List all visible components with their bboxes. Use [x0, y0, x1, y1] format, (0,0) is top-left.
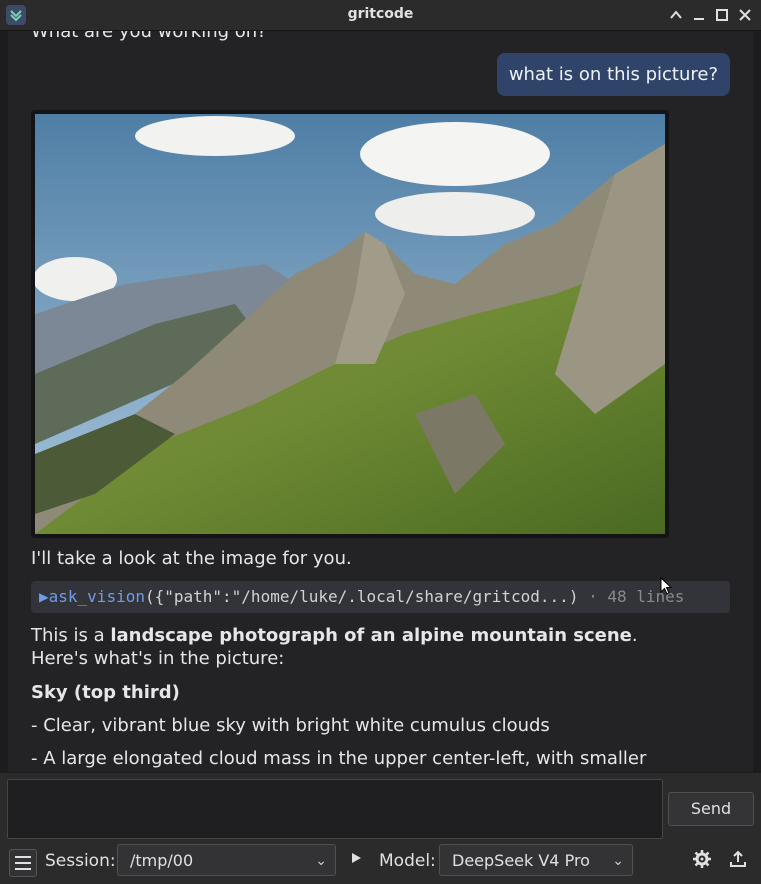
- chevron-down-icon: ⌄: [612, 853, 624, 869]
- model-label: Model:: [379, 851, 436, 871]
- menu-button[interactable]: [9, 849, 37, 877]
- maximize-icon[interactable]: [714, 7, 730, 23]
- model-select[interactable]: DeepSeek V4 Pro ⌄: [439, 844, 633, 876]
- close-icon[interactable]: [737, 7, 753, 23]
- keep-above-icon[interactable]: [668, 7, 684, 23]
- minimize-icon[interactable]: [691, 7, 707, 23]
- session-toolbar: Session: /tmp/00 ⌄ Model: DeepSeek V4 Pr…: [0, 842, 761, 884]
- message-input[interactable]: [7, 779, 663, 839]
- response-tail: .: [631, 625, 638, 646]
- tool-call-row[interactable]: ▶ask_vision({"path":"/home/luke/.local/s…: [31, 581, 730, 613]
- gear-icon[interactable]: [692, 850, 712, 870]
- play-icon[interactable]: [346, 850, 366, 870]
- response-bold: landscape photograph of an alpine mounta…: [110, 625, 632, 646]
- mouse-cursor-icon: [660, 576, 673, 595]
- response-bullet: - A large elongated cloud mass in the up…: [31, 748, 647, 769]
- session-value: /tmp/00: [130, 851, 194, 870]
- mountain-photo: [35, 114, 665, 534]
- previous-message-text: What are you working on?: [31, 31, 267, 42]
- user-message-bubble: what is on this picture?: [496, 53, 730, 96]
- hamburger-icon: [15, 856, 31, 870]
- title-bar: gritcode: [0, 0, 761, 31]
- response-heading: Sky (top third): [31, 682, 180, 703]
- response-line2: Here's what's in the picture:: [31, 648, 285, 669]
- session-select[interactable]: /tmp/00 ⌄: [117, 844, 336, 876]
- attached-image[interactable]: [31, 110, 669, 538]
- chevron-down-icon: ⌄: [315, 853, 327, 869]
- tool-args: ({"path":"/home/luke/.local/share/gritco…: [144, 587, 579, 606]
- tool-name: ask_vision: [48, 587, 145, 606]
- response-lead: This is a: [31, 625, 111, 646]
- response-paragraph: This is a landscape photograph of an alp…: [31, 624, 638, 670]
- upload-icon[interactable]: [728, 850, 748, 870]
- model-value: DeepSeek V4 Pro: [452, 851, 590, 870]
- chat-transcript[interactable]: What are you working on? what is on this…: [8, 31, 753, 772]
- session-label: Session:: [45, 851, 116, 871]
- expand-arrow-icon[interactable]: ▶: [39, 587, 49, 606]
- response-bullet: - Clear, vibrant blue sky with bright wh…: [31, 715, 550, 736]
- assistant-intro-text: I'll take a look at the image for you.: [31, 548, 352, 569]
- send-button[interactable]: Send: [668, 792, 754, 826]
- composer-panel: Send Session: /tmp/00 ⌄ Model: DeepSeek …: [0, 773, 761, 884]
- window-title: gritcode: [347, 6, 414, 22]
